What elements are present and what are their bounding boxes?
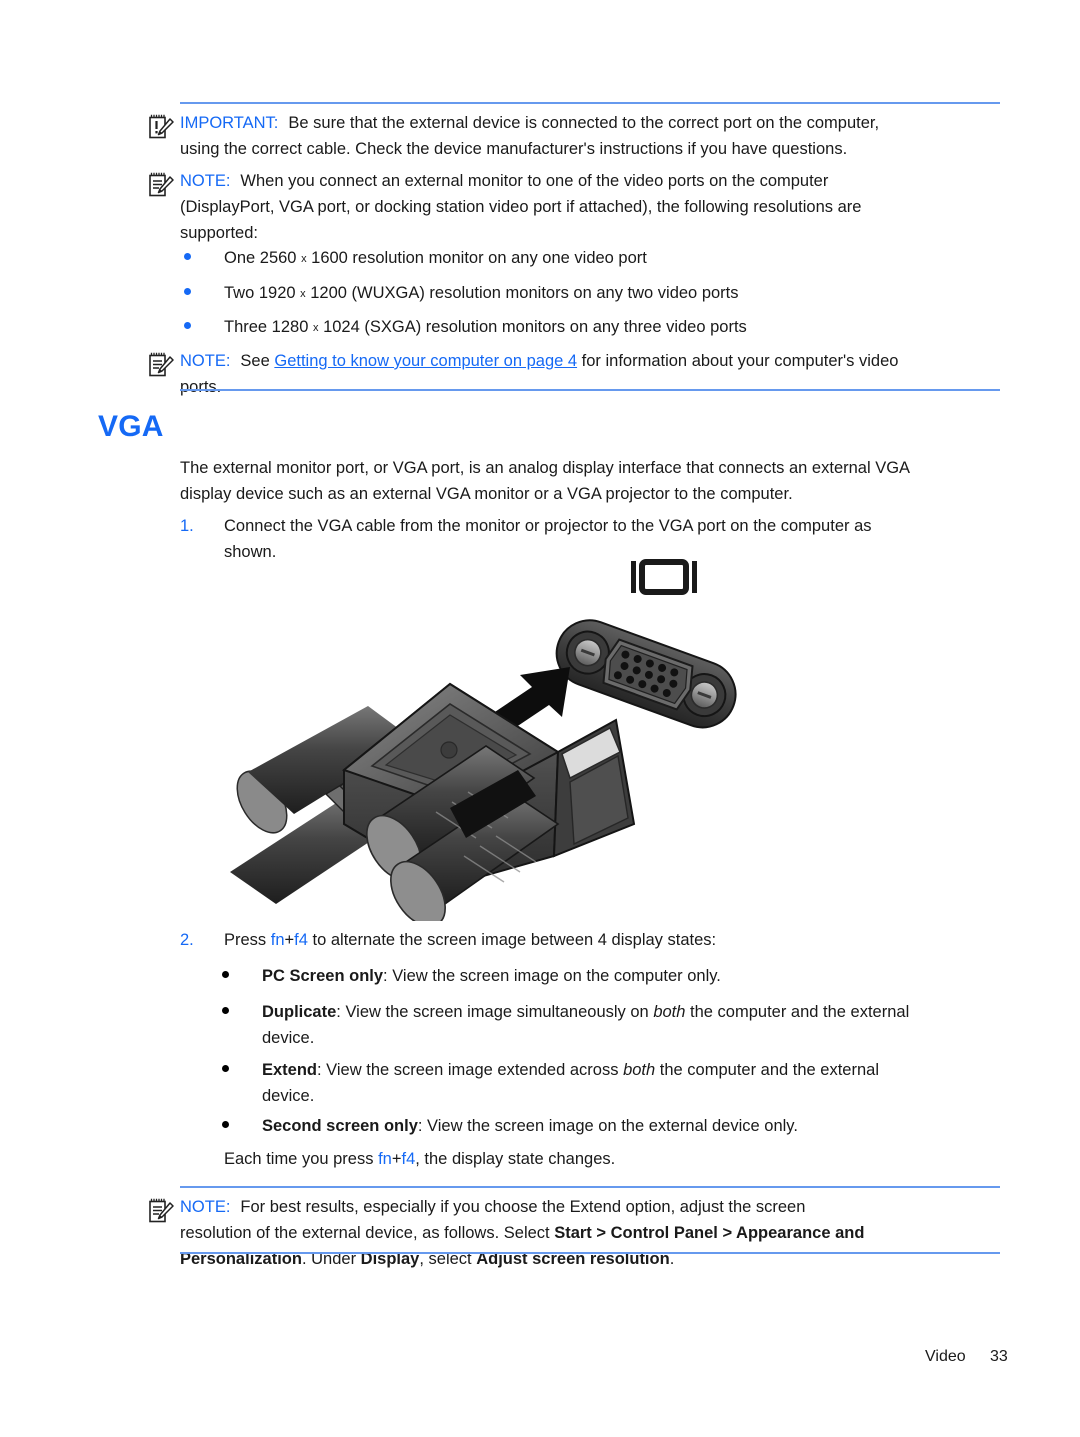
key-f4: f4: [401, 1150, 416, 1168]
admonition-note-best-results: NOTE: For best results, especially if you…: [148, 1194, 1000, 1272]
display-state-description: : View the screen image on the external …: [417, 1117, 798, 1135]
note-text-line3: supported:: [180, 224, 258, 242]
key-f4: f4: [294, 931, 308, 949]
note3-line1: For best results, especially if you choo…: [240, 1198, 806, 1216]
document-page: IMPORTANT: Be sure that the external devi…: [0, 0, 1080, 1437]
list-item: PC Screen only: View the screen image on…: [218, 963, 1018, 989]
resolution-text-suffix: 1200 (WUXGA) resolution monitors on any …: [305, 284, 739, 302]
resolution-text-prefix: One 2560: [224, 249, 302, 267]
resolution-text-prefix: Two 1920: [224, 284, 301, 302]
note3-line2-a: resolution of the external device, as fo…: [180, 1224, 555, 1242]
list-item: Three 1280 x 1024 (SXGA) resolution moni…: [180, 314, 980, 341]
bullet-marker: [180, 314, 214, 340]
external-monitor-port-symbol: [631, 559, 697, 595]
list-item: Extend: View the screen image extended a…: [218, 1057, 1018, 1109]
divider-rule-top: [180, 102, 1000, 104]
list-item-step-2: 2. Press fn+f4 to alternate the screen i…: [180, 927, 980, 953]
key-plus: +: [284, 931, 295, 949]
display-state-term: Extend: [262, 1061, 318, 1079]
resolution-text-prefix: Three 1280: [224, 318, 313, 336]
display-state-emphasis: both: [653, 1003, 686, 1021]
important-label: IMPORTANT:: [180, 114, 279, 132]
footer-page-number: 33: [990, 1348, 1008, 1365]
note-label: NOTE:: [180, 172, 231, 190]
admonition-note-resolutions: NOTE: When you connect an external monito…: [148, 168, 1000, 246]
display-state-term: PC Screen only: [262, 967, 384, 985]
vga-connector-plug: [341, 682, 636, 928]
bullet-marker: [180, 245, 214, 271]
step-number: 1.: [180, 517, 194, 535]
display-state-desc-a: : View the screen image extended across: [317, 1061, 624, 1079]
bullet-marker: [218, 963, 252, 989]
bullet-marker: [180, 280, 214, 306]
key-fn: fn: [270, 931, 285, 949]
admonition-note-link: NOTE: See Getting to know your computer o…: [148, 348, 1000, 400]
bullet-marker: [218, 1057, 252, 1083]
display-state-term: Second screen only: [262, 1117, 418, 1135]
display-state-desc-b: the computer and the external: [685, 1003, 910, 1021]
list-item: Two 1920 x 1200 (WUXGA) resolution monit…: [180, 280, 980, 307]
display-state-emphasis: both: [623, 1061, 656, 1079]
list-item: One 2560 x 1600 resolution monitor on an…: [180, 245, 980, 272]
cross-reference-link[interactable]: Getting to know your computer on page 4: [274, 352, 577, 370]
page-title: VGA: [98, 410, 164, 443]
key-fn: fn: [378, 1150, 392, 1168]
display-state-desc-b: the computer and the external: [655, 1061, 879, 1079]
step-2-text-a: Press: [224, 931, 271, 949]
step-2-text-b: to alternate the screen image between 4 …: [307, 931, 717, 949]
note-text-line2: (DisplayPort, VGA port, or docking stati…: [180, 198, 862, 216]
each-time-text-a: Each time you press: [224, 1150, 379, 1168]
display-state-desc-a: : View the screen image simultaneously o…: [336, 1003, 654, 1021]
menu-path-start: Start > Control Panel > Appearance and: [554, 1224, 865, 1242]
step-1-line1: Connect the VGA cable from the monitor o…: [224, 517, 872, 535]
display-state-term: Duplicate: [262, 1003, 337, 1021]
note-label: NOTE:: [180, 352, 231, 370]
display-state-line2: device.: [262, 1029, 315, 1047]
important-text-line2: using the correct cable. Check the devic…: [180, 140, 848, 158]
display-state-description: : View the screen image on the computer …: [383, 967, 721, 985]
display-state-line2: device.: [262, 1087, 315, 1105]
important-text-line1: Be sure that the external device is conn…: [288, 114, 880, 132]
note-text-line1: When you connect an external monitor to …: [240, 172, 829, 190]
admonition-important: IMPORTANT: Be sure that the external devi…: [148, 110, 1000, 162]
note-text-before-link: See: [240, 352, 275, 370]
computer-vga-port: [555, 619, 737, 729]
each-time-paragraph: Each time you press fn+f4, the display s…: [224, 1146, 1004, 1172]
note-text-after-link: for information about your computer's vi…: [577, 352, 899, 370]
intro-line2: display device such as an external VGA m…: [180, 485, 793, 503]
resolution-text-suffix: 1024 (SXGA) resolution monitors on any t…: [318, 318, 747, 336]
note-label: NOTE:: [180, 1198, 231, 1216]
list-item: Duplicate: View the screen image simulta…: [218, 999, 1018, 1051]
each-time-text-b: , the display state changes.: [415, 1150, 616, 1168]
note-text-line2: ports.: [180, 378, 222, 396]
divider-rule-note3-top: [180, 1186, 1000, 1188]
vga-cable-to-port-diagram: [218, 556, 763, 928]
section-intro-paragraph: The external monitor port, or VGA port, …: [180, 455, 1000, 507]
bullet-marker: [218, 1113, 252, 1139]
resolution-text-suffix: 1600 resolution monitor on any one video…: [306, 249, 647, 267]
divider-rule-bottom: [180, 389, 1000, 391]
step-number: 2.: [180, 931, 194, 949]
footer-chapter-label: Video: [925, 1348, 966, 1365]
divider-rule-note3-bottom: [180, 1252, 1000, 1254]
bullet-marker: [218, 999, 252, 1025]
intro-line1: The external monitor port, or VGA port, …: [180, 459, 911, 477]
list-item: Second screen only: View the screen imag…: [218, 1113, 1018, 1139]
